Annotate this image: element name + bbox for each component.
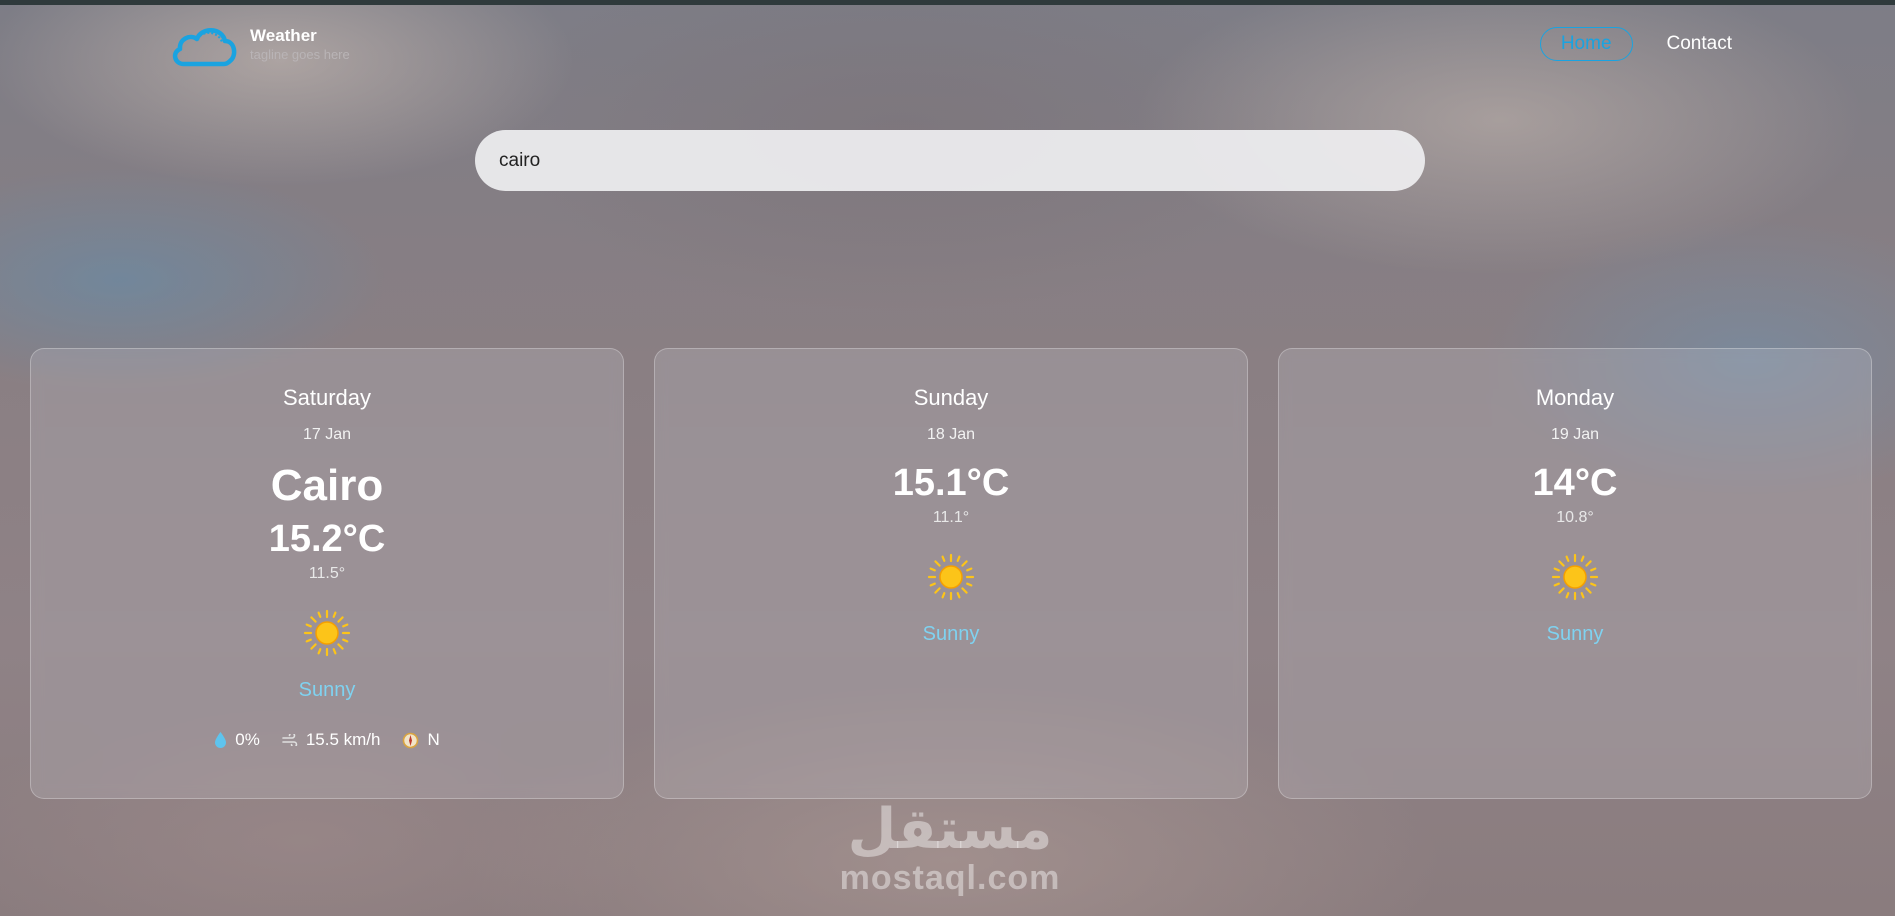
- condition-label: Sunny: [298, 679, 356, 701]
- rain-value: 0%: [235, 730, 260, 749]
- wind-speed: 15.5 km/h: [305, 730, 381, 749]
- max-temperature: 15.1°C: [892, 462, 1010, 504]
- condition-label: Sunny: [1546, 623, 1604, 645]
- main-nav: Home Contact: [1539, 27, 1732, 61]
- day-name: Sunday: [913, 385, 989, 410]
- nav-home-link[interactable]: Home: [1539, 27, 1633, 61]
- min-temperature: 10.8°: [1556, 509, 1594, 526]
- watermark-latin: mostaql.com: [839, 859, 1061, 897]
- wind-direction: N: [427, 730, 440, 749]
- brand-logo[interactable]: Weather tagline goes here: [170, 24, 350, 68]
- droplet-icon: [215, 732, 227, 748]
- date-label: 17 Jan: [302, 426, 352, 443]
- sun-icon: [1551, 553, 1599, 601]
- city-name: Cairo: [270, 461, 384, 510]
- brand-title: Weather: [250, 26, 317, 45]
- brand-tagline: tagline goes here: [250, 47, 350, 62]
- compass-icon: [403, 732, 419, 748]
- day-name: Saturday: [282, 385, 372, 410]
- max-temperature: 15.2°C: [268, 518, 386, 560]
- watermark-arabic: مستقل: [847, 797, 1053, 862]
- sun-icon: [303, 609, 351, 657]
- min-temperature: 11.1°: [932, 509, 970, 526]
- date-label: 19 Jan: [1550, 426, 1600, 443]
- top-border: [0, 0, 1895, 5]
- wind-stat: 15.5 km/h: [282, 730, 381, 750]
- wind-direction-stat: N: [402, 730, 440, 750]
- brand-text: Weather tagline goes here: [250, 24, 350, 64]
- condition-label: Sunny: [922, 623, 980, 645]
- min-temperature: 11.5°: [308, 565, 346, 582]
- weather-stats: 0% 15.5 km/h N: [214, 730, 440, 750]
- max-temperature: 14°C: [1532, 462, 1618, 504]
- sun-icon: [927, 553, 975, 601]
- forecast-cards: Saturday 17 Jan Cairo 15.2°C 11.5° Sunny: [30, 348, 1872, 799]
- forecast-card: Monday 19 Jan 14°C 10.8° Sunny: [1278, 348, 1872, 799]
- cloud-icon: [172, 28, 237, 67]
- search-bar: [475, 130, 1425, 191]
- date-label: 18 Jan: [926, 426, 976, 443]
- rain-stat: 0%: [214, 730, 260, 750]
- forecast-card: Sunday 18 Jan 15.1°C 11.1° Sunny: [654, 348, 1248, 799]
- today-card: Saturday 17 Jan Cairo 15.2°C 11.5° Sunny: [30, 348, 624, 799]
- search-input[interactable]: [497, 148, 1403, 173]
- day-name: Monday: [1535, 385, 1615, 410]
- nav-contact-link[interactable]: Contact: [1667, 33, 1732, 55]
- wind-icon: [282, 734, 298, 746]
- watermark: مستقل mostaql.com: [830, 797, 1070, 897]
